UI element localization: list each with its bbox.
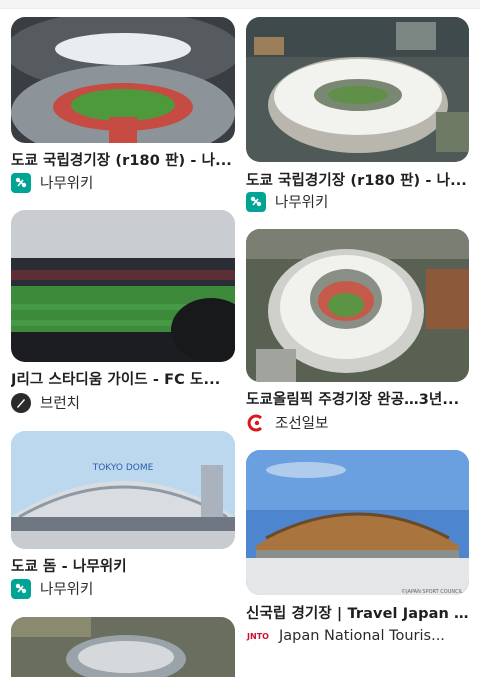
result-thumbnail[interactable] — [246, 17, 469, 162]
result-title[interactable]: 도쿄 국립경기장 (r180 판) - 나... — [246, 169, 469, 190]
result-thumbnail[interactable]: TOKYO DOME — [11, 431, 235, 549]
source-name: 나무위키 — [275, 195, 329, 211]
source-name: 브런치 — [40, 396, 81, 412]
image-credit: ©JAPAN SPORT COUNCIL — [401, 588, 463, 595]
source-name: Japan National Touris... — [279, 628, 445, 644]
brunch-icon — [11, 392, 31, 413]
result-thumbnail[interactable] — [11, 210, 235, 362]
result-title[interactable]: 신국립 경기장 | Travel Japan ... — [246, 602, 469, 623]
result-source[interactable]: 나무위키 — [11, 578, 93, 599]
source-name: 나무위키 — [40, 176, 94, 192]
result-thumbnail[interactable] — [11, 17, 235, 143]
result-thumbnail[interactable]: ©JAPAN SPORT COUNCIL — [246, 450, 469, 595]
result-source[interactable]: 브런치 — [11, 392, 80, 413]
top-divider — [0, 0, 480, 9]
namuwiki-icon — [11, 172, 31, 193]
namuwiki-icon — [246, 191, 266, 212]
result-thumbnail[interactable] — [11, 617, 235, 677]
result-title[interactable]: 도쿄 돔 - 나무위키 — [11, 555, 235, 576]
source-name: 나무위키 — [40, 582, 94, 598]
result-title[interactable]: 도쿄올림픽 주경기장 완공…3년... — [246, 388, 469, 409]
result-title[interactable]: 도쿄 국립경기장 (r180 판) - 나... — [11, 149, 235, 170]
source-name: 조선일보 — [275, 416, 329, 432]
image-text: TOKYO DOME — [92, 463, 154, 473]
result-source[interactable]: 나무위키 — [11, 172, 93, 193]
jnto-icon: JNTO — [246, 626, 270, 646]
result-title[interactable]: J리그 스타디움 가이드 - FC 도... — [11, 368, 235, 389]
chosun-icon — [246, 413, 266, 433]
result-thumbnail[interactable] — [246, 229, 469, 382]
result-source[interactable]: 나무위키 — [246, 191, 328, 212]
result-source[interactable]: 조선일보 — [246, 412, 328, 433]
result-source[interactable]: JNTO Japan National Touris... — [246, 626, 445, 646]
jnto-logo-text: JNTO — [247, 631, 269, 641]
namuwiki-icon — [11, 578, 31, 599]
